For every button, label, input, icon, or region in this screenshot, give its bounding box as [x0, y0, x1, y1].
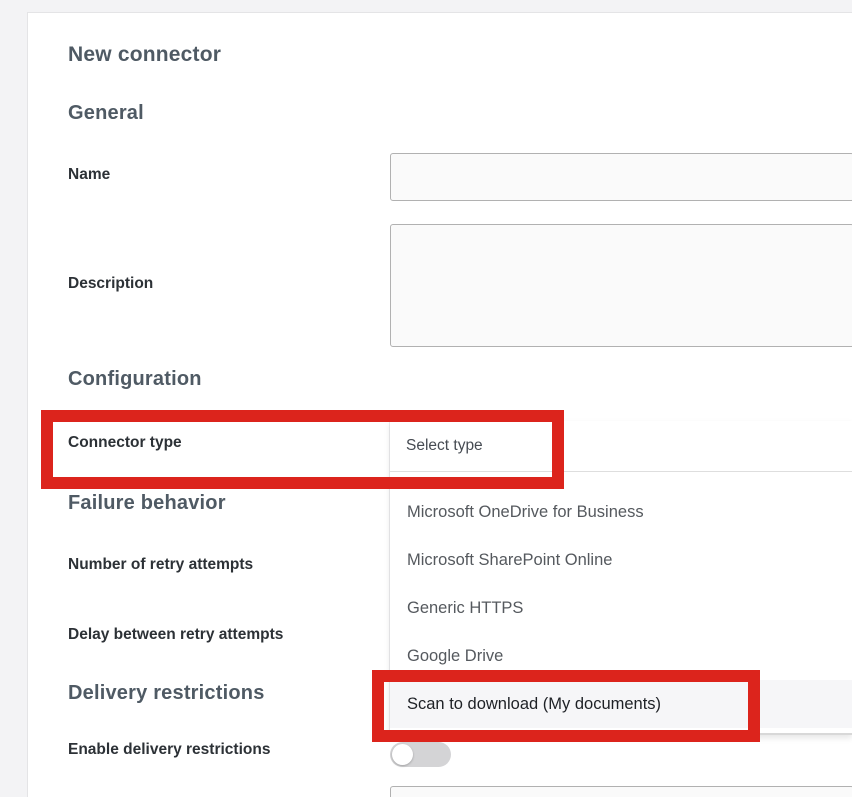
option-google-drive[interactable]: Google Drive [390, 632, 852, 680]
name-input[interactable] [390, 153, 852, 201]
retry-delay-label: Delay between retry attempts [68, 626, 283, 644]
section-heading-general: General [68, 102, 144, 125]
enable-delivery-restrictions-label: Enable delivery restrictions [68, 741, 270, 759]
connector-type-label: Connector type [68, 434, 182, 452]
section-heading-failure-behavior: Failure behavior [68, 492, 226, 515]
section-heading-configuration: Configuration [68, 368, 202, 391]
description-input[interactable] [390, 224, 852, 347]
connector-type-dropdown: Select type Microsoft OneDrive for Busin… [390, 421, 852, 735]
option-microsoft-sharepoint[interactable]: Microsoft SharePoint Online [390, 536, 852, 584]
retry-attempts-label: Number of retry attempts [68, 556, 253, 574]
name-label: Name [68, 166, 110, 184]
option-scan-to-download[interactable]: Scan to download (My documents) [390, 680, 852, 728]
description-label: Description [68, 275, 153, 293]
connector-type-select[interactable]: Select type [390, 421, 852, 472]
bottom-partial-input[interactable] [390, 786, 852, 797]
connector-type-option-list: Microsoft OneDrive for Business Microsof… [390, 472, 852, 733]
option-generic-https[interactable]: Generic HTTPS [390, 584, 852, 632]
toggle-knob [392, 744, 413, 765]
connector-form-page: New connector General Name Description C… [0, 0, 852, 797]
section-heading-delivery-restrictions: Delivery restrictions [68, 682, 265, 705]
enable-delivery-restrictions-toggle[interactable] [390, 742, 451, 767]
option-microsoft-onedrive[interactable]: Microsoft OneDrive for Business [390, 488, 852, 536]
page-title: New connector [68, 43, 221, 67]
